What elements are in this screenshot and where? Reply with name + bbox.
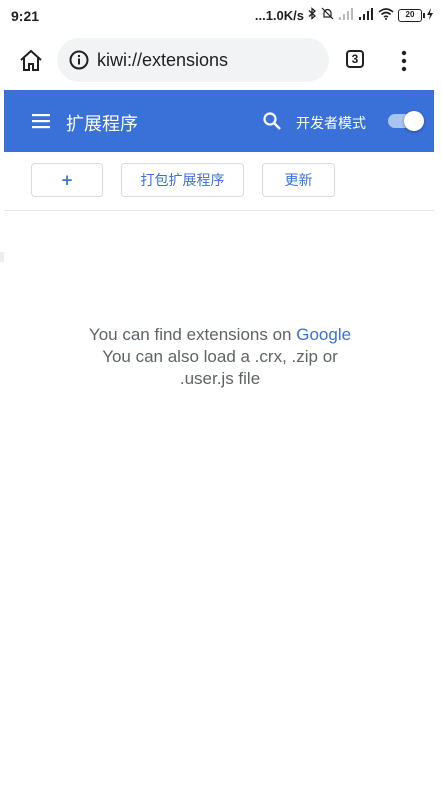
load-unpacked-button[interactable]: + bbox=[31, 163, 103, 197]
update-button[interactable]: 更新 bbox=[262, 163, 335, 197]
more-vert-icon bbox=[401, 50, 407, 72]
overflow-menu-button[interactable] bbox=[398, 50, 410, 72]
developer-mode-toggle[interactable] bbox=[388, 111, 424, 131]
home-icon bbox=[20, 49, 42, 71]
empty-state-line-3: .user.js file bbox=[179, 369, 261, 388]
signal-weak-icon bbox=[338, 7, 354, 23]
page-title: 扩展程序 bbox=[66, 114, 138, 135]
developer-mode-label: 开发者模式 bbox=[296, 116, 366, 132]
wifi-icon bbox=[378, 7, 394, 23]
tab-switcher-button[interactable]: 3 bbox=[346, 50, 364, 68]
extensions-header: 扩展程序 开发者模式 bbox=[4, 90, 434, 152]
menu-button[interactable] bbox=[31, 112, 51, 130]
bluetooth-icon bbox=[308, 7, 317, 23]
empty-state-text: You can find extensions on bbox=[88, 325, 297, 344]
network-speed: ...1.0K/s bbox=[254, 7, 304, 23]
search-button[interactable] bbox=[262, 111, 282, 131]
hamburger-icon bbox=[32, 114, 50, 129]
signal-strong-icon bbox=[358, 7, 374, 23]
status-bar: 9:21 ...1.0K/s 20 bbox=[0, 0, 442, 32]
info-icon[interactable] bbox=[69, 50, 89, 70]
divider bbox=[4, 210, 434, 211]
battery-icon: 20 bbox=[398, 8, 425, 22]
empty-state-line-1: You can find extensions on Google bbox=[0, 324, 440, 346]
pack-extension-button[interactable]: 打包扩展程序 bbox=[121, 163, 244, 197]
action-bar: + 打包扩展程序 更新 bbox=[0, 152, 442, 210]
address-bar[interactable]: kiwi://extensions bbox=[57, 38, 329, 82]
url-text[interactable]: kiwi://extensions bbox=[97, 50, 228, 71]
empty-state-message: You can find extensions on Google You ca… bbox=[0, 324, 440, 390]
google-link[interactable]: Google bbox=[296, 325, 351, 344]
home-button[interactable] bbox=[17, 47, 45, 75]
charging-bolt-icon bbox=[426, 7, 434, 23]
status-time: 9:21 bbox=[11, 8, 40, 24]
empty-state-line-2: You can also load a .crx, .zip or bbox=[102, 347, 338, 366]
mute-bell-icon bbox=[321, 7, 334, 23]
search-icon bbox=[263, 112, 281, 130]
scroll-edge bbox=[0, 252, 4, 262]
browser-toolbar: kiwi://extensions 3 bbox=[0, 32, 442, 90]
status-icons: ...1.0K/s 20 bbox=[255, 7, 434, 23]
toggle-knob bbox=[404, 111, 424, 131]
